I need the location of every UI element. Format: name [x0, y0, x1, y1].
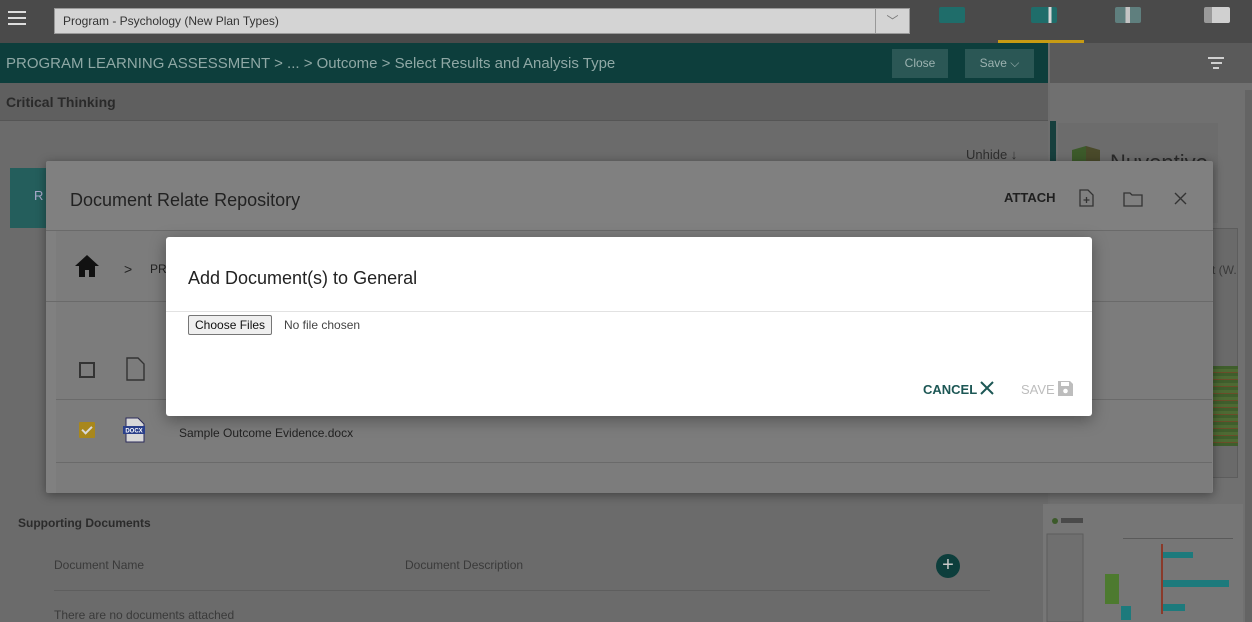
- results-tab[interactable]: R: [10, 168, 46, 228]
- save-icon[interactable]: [1057, 380, 1074, 397]
- filter-icon[interactable]: [1208, 57, 1224, 72]
- cancel-x-icon[interactable]: [979, 380, 995, 396]
- program-select-value: Program - Psychology (New Plan Types): [63, 14, 279, 28]
- menu-icon[interactable]: [8, 11, 26, 25]
- breadcrumb: PROGRAM LEARNING ASSESSMENT > ... > Outc…: [0, 43, 1048, 83]
- view-split-right-icon[interactable]: [1115, 7, 1141, 23]
- preview-truncated-text: t (W.: [1212, 263, 1237, 277]
- save-dropdown-button[interactable]: Save ⌵: [965, 49, 1034, 78]
- results-tab-initial: R: [34, 188, 44, 203]
- attach-label[interactable]: ATTACH: [1004, 190, 1056, 205]
- empty-documents-message: There are no documents attached: [54, 608, 235, 622]
- path-segment[interactable]: PR: [150, 262, 167, 276]
- svg-text:DOCX: DOCX: [125, 429, 142, 435]
- close-button[interactable]: Close: [892, 49, 948, 78]
- cancel-button[interactable]: CANCEL: [923, 382, 977, 397]
- unhide-button[interactable]: Unhide ↓: [966, 147, 1017, 162]
- divider: [56, 462, 1212, 463]
- add-file-icon[interactable]: [1079, 189, 1094, 207]
- program-select[interactable]: Program - Psychology (New Plan Types) ﹀: [54, 8, 910, 34]
- supporting-documents-title: Supporting Documents: [18, 516, 151, 530]
- section-title: Critical Thinking: [6, 94, 116, 110]
- file-row-checkbox[interactable]: [79, 422, 95, 438]
- preview-dashboard-thumbnail[interactable]: [1043, 504, 1243, 622]
- docx-file-icon: DOCX: [123, 417, 145, 443]
- view-split-icon[interactable]: [1031, 7, 1057, 23]
- section-header: Critical Thinking: [0, 83, 1048, 121]
- close-icon[interactable]: [1174, 192, 1187, 205]
- breadcrumb-path[interactable]: PROGRAM LEARNING ASSESSMENT > ... > Outc…: [6, 55, 615, 72]
- folder-icon[interactable]: [1123, 191, 1143, 207]
- view-right-panel-icon[interactable]: [1204, 7, 1230, 23]
- column-header-document-description: Document Description: [405, 558, 524, 572]
- preview-color-bar: [1212, 366, 1238, 446]
- select-all-checkbox[interactable]: [79, 362, 95, 378]
- chevron-down-icon[interactable]: ﹀: [875, 9, 909, 33]
- file-name[interactable]: Sample Outcome Evidence.docx: [179, 426, 353, 440]
- choose-files-button[interactable]: Choose Files: [188, 315, 273, 335]
- right-panel-scrollbar[interactable]: [1245, 90, 1252, 622]
- add-documents-modal: Add Document(s) to General Choose Files …: [166, 237, 1092, 416]
- add-document-button[interactable]: +: [936, 554, 960, 578]
- no-file-chosen-text: No file chosen: [284, 318, 361, 332]
- save-button[interactable]: SAVE: [1021, 382, 1055, 397]
- repository-modal-title: Document Relate Repository: [70, 190, 301, 210]
- document-icon: [126, 357, 145, 381]
- add-documents-title: Add Document(s) to General: [188, 268, 418, 288]
- column-header-document-name: Document Name: [54, 558, 145, 572]
- divider: [54, 590, 990, 591]
- home-icon[interactable]: [74, 254, 100, 278]
- path-chevron: >: [124, 261, 133, 277]
- supporting-documents-section: Supporting Documents Document Name Docum…: [0, 493, 1048, 622]
- divider: [166, 311, 1092, 312]
- view-left-panel-icon[interactable]: [939, 7, 965, 23]
